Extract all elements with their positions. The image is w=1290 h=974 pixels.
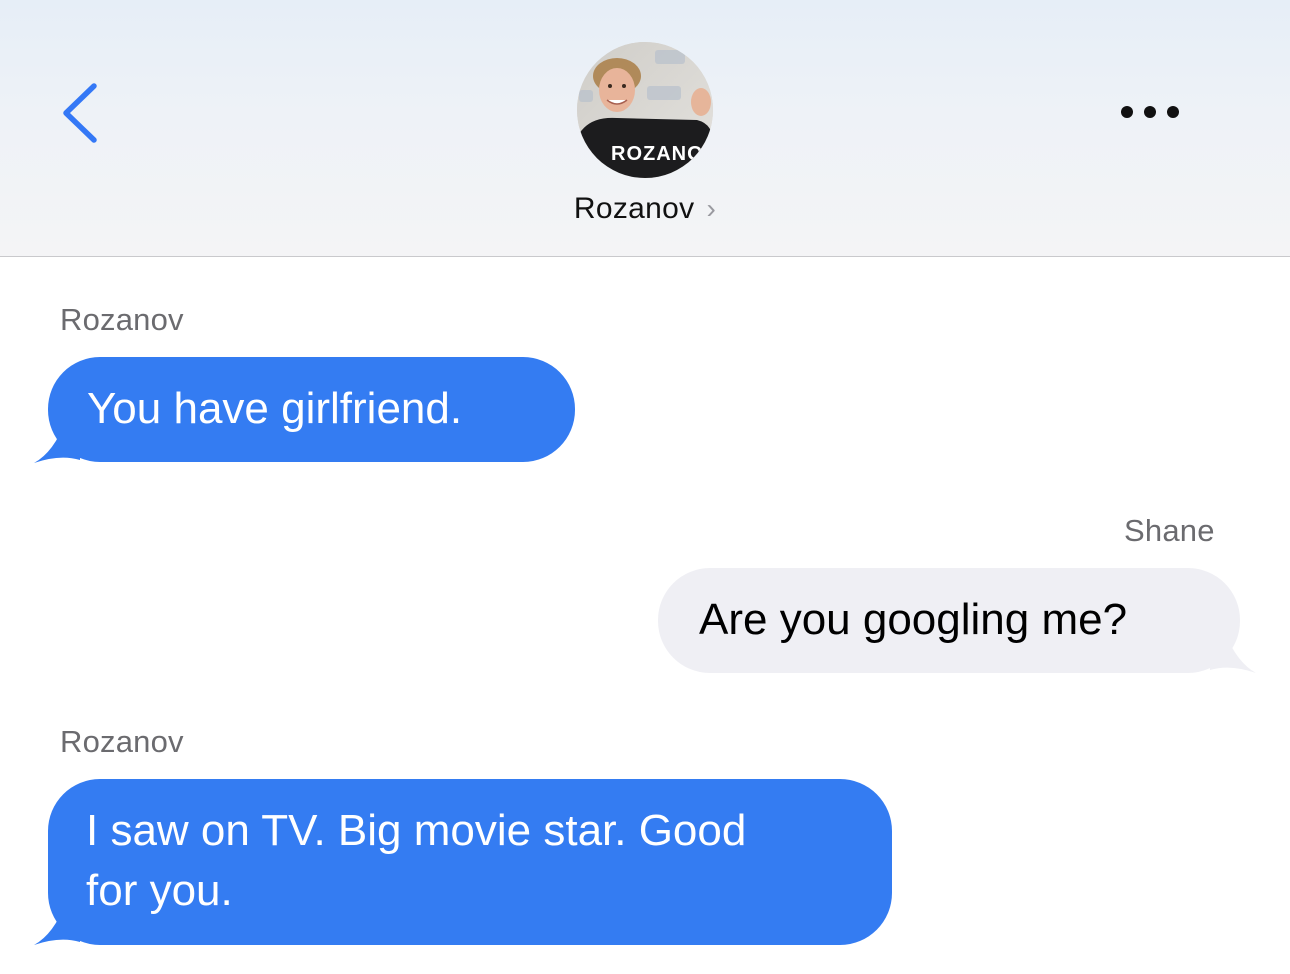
contact-avatar[interactable]: ROZANOV xyxy=(577,42,713,178)
chevron-right-icon: › xyxy=(706,193,717,224)
contact-name-row[interactable]: Rozanov › xyxy=(0,192,1290,226)
conversation-header: ROZANOV Rozanov › xyxy=(0,0,1290,257)
message-text-line: I saw on TV. Big movie star. Good xyxy=(86,806,747,855)
contact-name: Rozanov xyxy=(573,192,695,225)
message-sender: Shane xyxy=(1124,513,1215,548)
message-bubble-incoming[interactable]: You have girlfriend. xyxy=(48,357,575,462)
back-button[interactable] xyxy=(52,78,112,148)
message-text: Are you googling me? xyxy=(699,595,1128,644)
message-sender: Rozanov xyxy=(60,724,184,759)
message-text-line: for you. xyxy=(86,866,233,915)
jersey-text: ROZANOV xyxy=(611,143,713,165)
ellipsis-icon xyxy=(1121,106,1179,118)
message-text: You have girlfriend. xyxy=(87,384,463,433)
message-bubble-incoming[interactable]: I saw on TV. Big movie star. Good for yo… xyxy=(48,779,892,945)
message-sender: Rozanov xyxy=(60,302,184,337)
chevron-left-icon xyxy=(63,83,97,143)
message-bubble-outgoing[interactable]: Are you googling me? xyxy=(658,568,1240,673)
more-options-button[interactable] xyxy=(1112,92,1192,132)
avatar-photo: ROZANOV xyxy=(577,42,713,178)
